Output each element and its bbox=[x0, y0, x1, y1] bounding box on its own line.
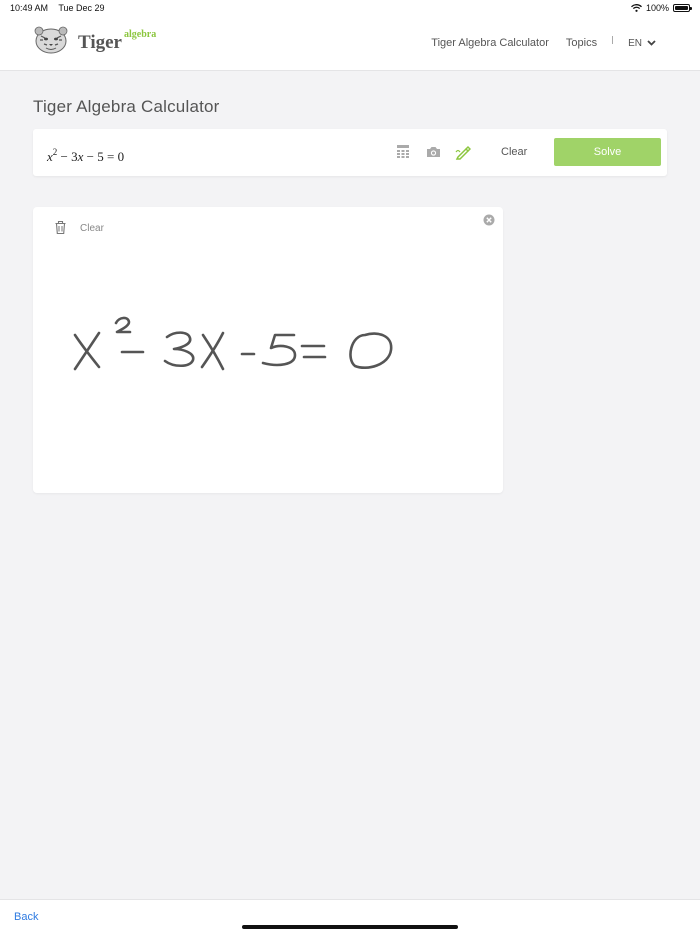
home-indicator[interactable] bbox=[242, 925, 458, 929]
logo-superscript: algebra bbox=[123, 29, 157, 40]
expr-part-1: − 3 bbox=[57, 149, 78, 164]
back-button[interactable]: Back bbox=[14, 911, 38, 923]
tiger-head-icon bbox=[34, 26, 68, 54]
clear-button[interactable]: Clear bbox=[501, 146, 527, 158]
status-time: 10:49 AM bbox=[10, 3, 49, 13]
solve-button[interactable]: Solve bbox=[554, 138, 661, 166]
handwriting-ink bbox=[73, 316, 393, 371]
chevron-down-icon bbox=[647, 40, 656, 46]
site-header: Tiger algebra Tiger Algebra Calculator T… bbox=[0, 16, 700, 71]
nav-divider bbox=[612, 36, 614, 44]
page-title: Tiger Algebra Calculator bbox=[33, 97, 220, 116]
calculator-icon[interactable] bbox=[395, 144, 411, 160]
expr-part-2: − 5 = 0 bbox=[83, 149, 125, 164]
top-nav: Tiger Algebra Calculator Topics EN bbox=[414, 36, 656, 49]
battery-icon bbox=[673, 4, 692, 12]
status-bar: 10:49 AM Tue Dec 29 100% bbox=[0, 0, 700, 16]
status-date: Tue Dec 29 bbox=[58, 3, 105, 13]
expression-input[interactable]: x2 − 3x − 5 = 0 bbox=[47, 147, 124, 165]
logo[interactable]: Tiger algebra bbox=[32, 26, 156, 54]
nav-topics[interactable]: Topics bbox=[566, 37, 597, 49]
wifi-icon bbox=[631, 4, 642, 12]
battery-percent: 100% bbox=[645, 3, 669, 13]
expression-input-bar: x2 − 3x − 5 = 0 Clear Solve bbox=[33, 129, 667, 176]
pen-icon[interactable] bbox=[455, 144, 471, 160]
handwriting-panel[interactable]: Clear bbox=[33, 207, 503, 493]
bottom-bar: Back bbox=[0, 899, 700, 934]
logo-word: Tiger bbox=[78, 32, 122, 53]
nav-calculator[interactable]: Tiger Algebra Calculator bbox=[431, 37, 549, 49]
language-label: EN bbox=[628, 37, 642, 49]
language-selector[interactable]: EN bbox=[628, 38, 656, 49]
camera-icon[interactable] bbox=[425, 144, 441, 160]
